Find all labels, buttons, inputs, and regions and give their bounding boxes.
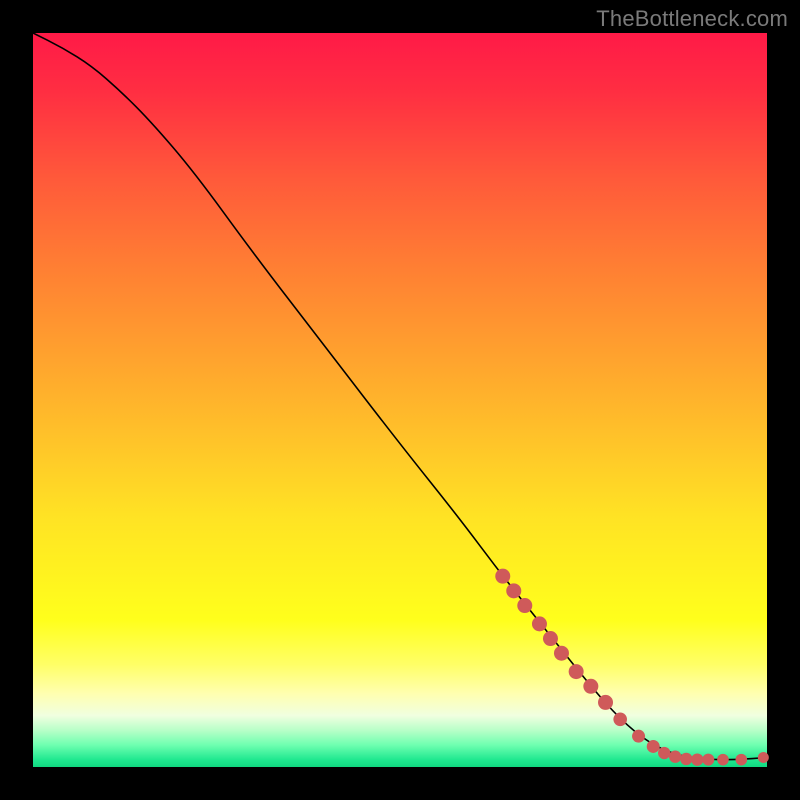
data-point [758,752,769,763]
data-point [632,730,645,743]
data-point [543,631,558,646]
chart-svg [33,33,767,767]
watermark-text: TheBottleneck.com [596,6,788,32]
data-point [598,695,613,710]
data-point [532,616,547,631]
data-point [702,754,714,766]
plot-area [33,33,767,767]
data-point [658,747,670,759]
data-point [517,598,532,613]
data-point [506,583,521,598]
data-point [691,753,703,765]
data-point [680,753,692,765]
data-point [717,754,729,766]
data-point [569,664,584,679]
data-point [669,751,681,763]
markers-group [495,569,769,766]
data-point [554,646,569,661]
data-point [647,740,660,753]
curve-line [33,33,767,760]
data-point [736,754,748,766]
data-point [495,569,510,584]
chart-frame: TheBottleneck.com [0,0,800,800]
data-point [613,712,627,726]
data-point [583,679,598,694]
